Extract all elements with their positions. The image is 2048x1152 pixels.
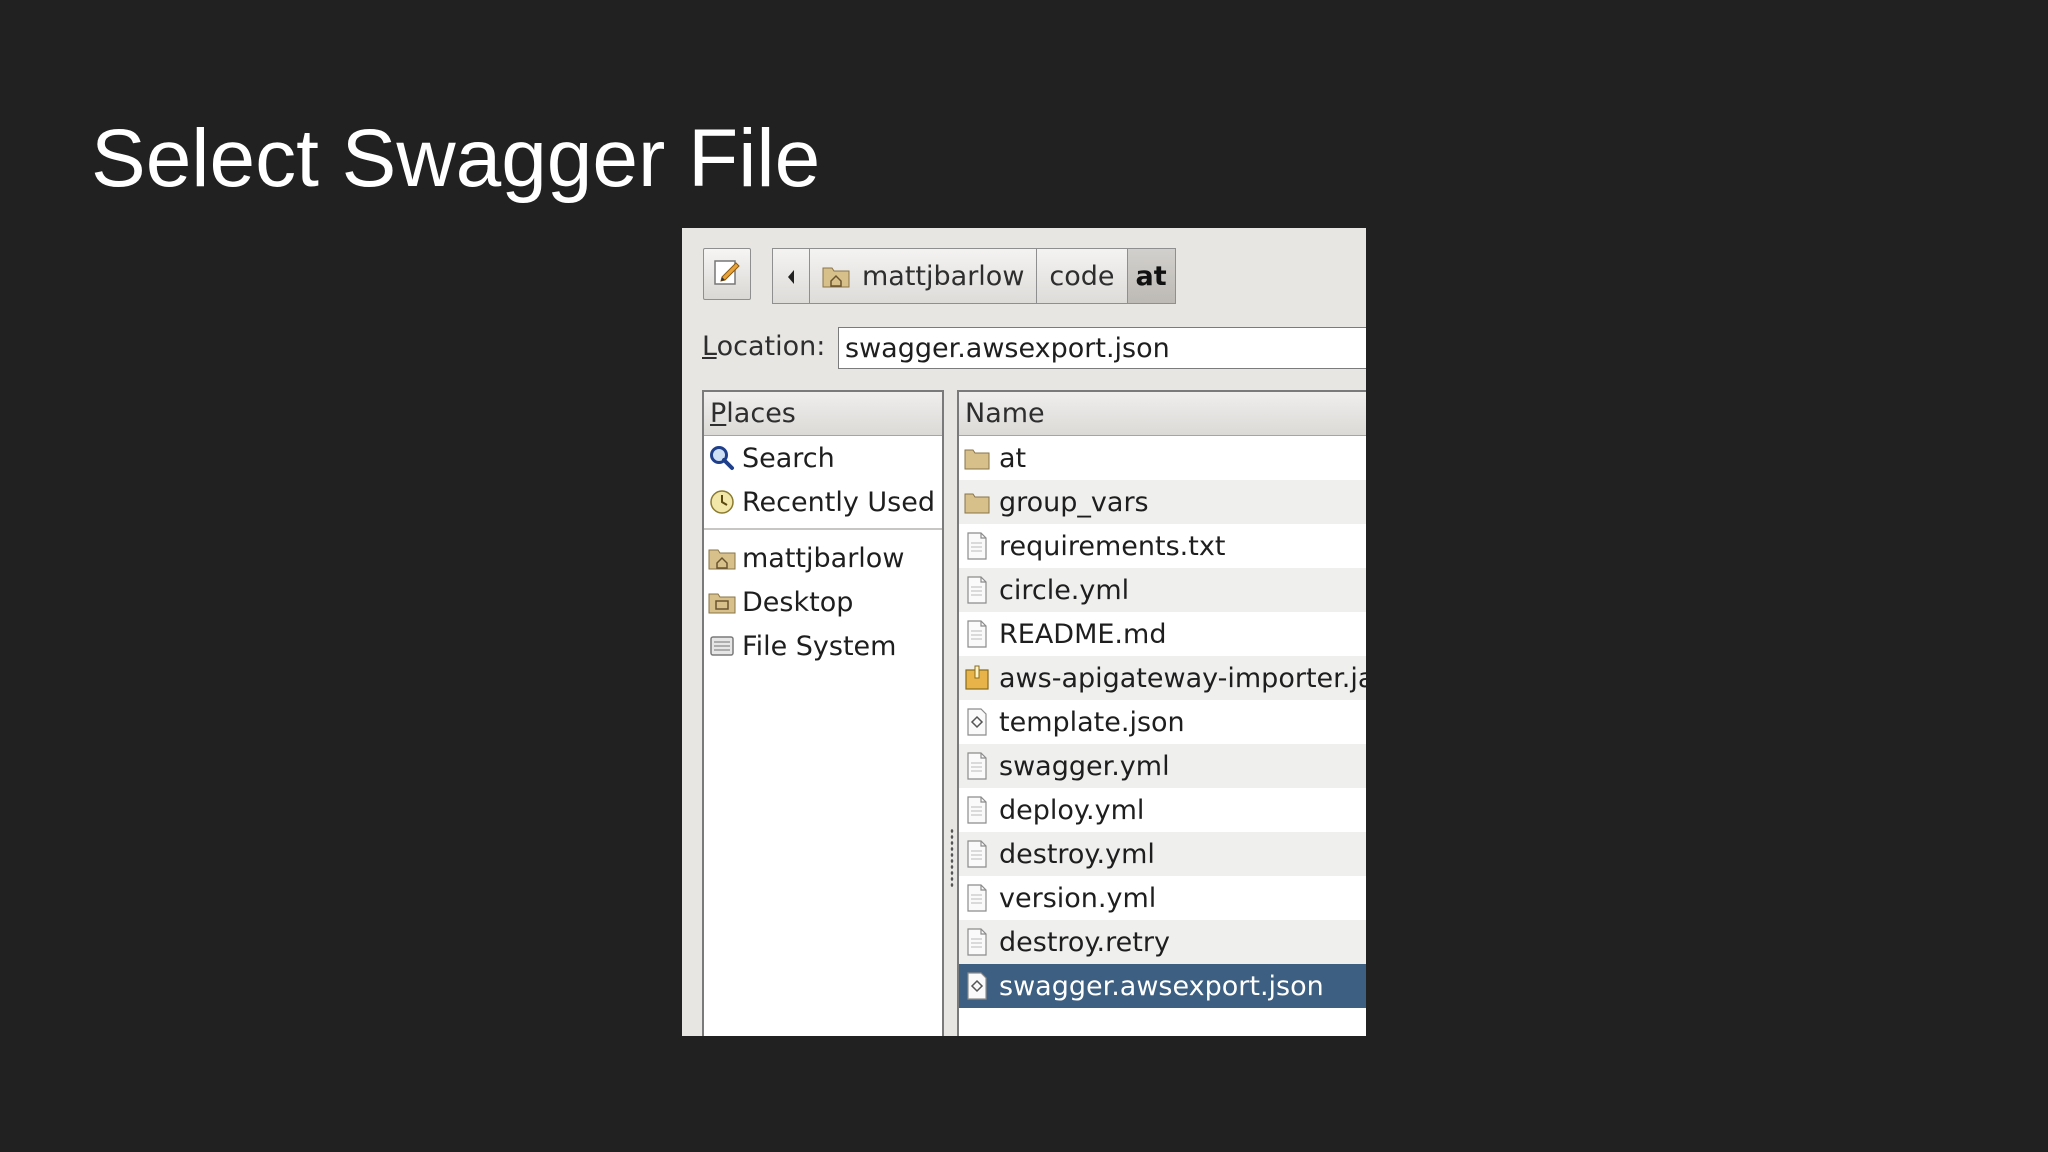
file-chooser-dialog: mattjbarlow code at Location: Places Sea… (682, 228, 1366, 1036)
places-separator (704, 528, 942, 530)
place-item-search[interactable]: Search (704, 436, 942, 480)
file-name: circle.yml (999, 574, 1130, 606)
slide-title: Select Swagger File (91, 113, 821, 204)
file-list-item[interactable]: requirements.txt (959, 524, 1366, 568)
path-bar: mattjbarlow code at (772, 248, 1176, 304)
file-list-item[interactable]: deploy.yml (959, 788, 1366, 832)
file-list-item[interactable]: group_vars (959, 480, 1366, 524)
path-segment-label: mattjbarlow (862, 260, 1025, 292)
search-icon (708, 444, 736, 472)
path-segment-code[interactable]: code (1036, 248, 1128, 304)
places-header[interactable]: Places (704, 392, 942, 436)
file-name: swagger.awsexport.json (999, 970, 1324, 1002)
file-name: version.yml (999, 882, 1157, 914)
text-file-icon (963, 839, 991, 869)
file-list-item[interactable]: circle.yml (959, 568, 1366, 612)
path-back-button[interactable] (772, 248, 810, 304)
file-name: destroy.yml (999, 838, 1155, 870)
file-list-item[interactable]: version.yml (959, 876, 1366, 920)
place-item-label: Desktop (742, 586, 854, 618)
file-name: aws-apigateway-importer.jar (999, 662, 1366, 694)
json-file-icon (963, 971, 991, 1001)
file-list-item[interactable]: aws-apigateway-importer.jar (959, 656, 1366, 700)
place-item-home[interactable]: mattjbarlow (704, 536, 942, 580)
json-file-icon (963, 707, 991, 737)
home-folder-icon (822, 264, 850, 288)
place-item-label: Search (742, 442, 835, 474)
place-item-label: Recently Used (742, 486, 935, 518)
type-location-button[interactable] (703, 248, 751, 300)
file-list-item[interactable]: template.json (959, 700, 1366, 744)
file-name: template.json (999, 706, 1185, 738)
text-file-icon (963, 751, 991, 781)
text-file-icon (963, 927, 991, 957)
place-item-label: File System (742, 630, 897, 662)
place-item-label: mattjbarlow (742, 542, 905, 574)
file-list-item[interactable]: destroy.yml (959, 832, 1366, 876)
file-list-item[interactable]: destroy.retry (959, 920, 1366, 964)
text-file-icon (963, 795, 991, 825)
drive-icon (708, 632, 736, 660)
place-item-file-system[interactable]: File System (704, 624, 942, 668)
text-file-icon (963, 575, 991, 605)
folder-icon (963, 443, 991, 473)
path-segment-label: code (1049, 260, 1115, 292)
file-name: requirements.txt (999, 530, 1226, 562)
desktop-folder-icon (708, 588, 736, 616)
location-label: Location: (702, 331, 826, 362)
path-segment-at[interactable]: at (1126, 248, 1176, 304)
location-label-text: ocation: (716, 331, 826, 362)
home-folder-icon (708, 544, 736, 572)
file-list-item[interactable]: swagger.yml (959, 744, 1366, 788)
file-name: swagger.yml (999, 750, 1170, 782)
file-list-item[interactable]: at (959, 436, 1366, 480)
text-file-icon (963, 883, 991, 913)
file-list-panel: Name at group_vars requirements.txt circ… (957, 390, 1366, 1036)
name-column-header[interactable]: Name (959, 392, 1366, 436)
chevron-left-icon (786, 261, 796, 292)
places-panel: Places Search Recently Used mattjbarlow … (702, 390, 944, 1036)
file-name: README.md (999, 618, 1167, 650)
file-name: destroy.retry (999, 926, 1170, 958)
place-item-desktop[interactable]: Desktop (704, 580, 942, 624)
file-name: deploy.yml (999, 794, 1145, 826)
path-segment-label: at (1135, 260, 1167, 292)
places-header-text: laces (726, 398, 796, 429)
recent-icon (708, 488, 736, 516)
location-input[interactable] (838, 327, 1366, 369)
file-name: group_vars (999, 486, 1149, 518)
place-item-recently-used[interactable]: Recently Used (704, 480, 942, 524)
text-file-icon (963, 619, 991, 649)
archive-icon (963, 663, 991, 693)
text-file-icon (963, 531, 991, 561)
file-list: at group_vars requirements.txt circle.ym… (959, 436, 1366, 1008)
path-segment-home[interactable]: mattjbarlow (809, 248, 1038, 304)
file-list-item[interactable]: swagger.awsexport.json (959, 964, 1366, 1008)
edit-icon (712, 257, 742, 291)
folder-icon (963, 487, 991, 517)
file-list-item[interactable]: README.md (959, 612, 1366, 656)
file-name: at (999, 442, 1027, 474)
pane-splitter-handle[interactable] (950, 828, 954, 888)
